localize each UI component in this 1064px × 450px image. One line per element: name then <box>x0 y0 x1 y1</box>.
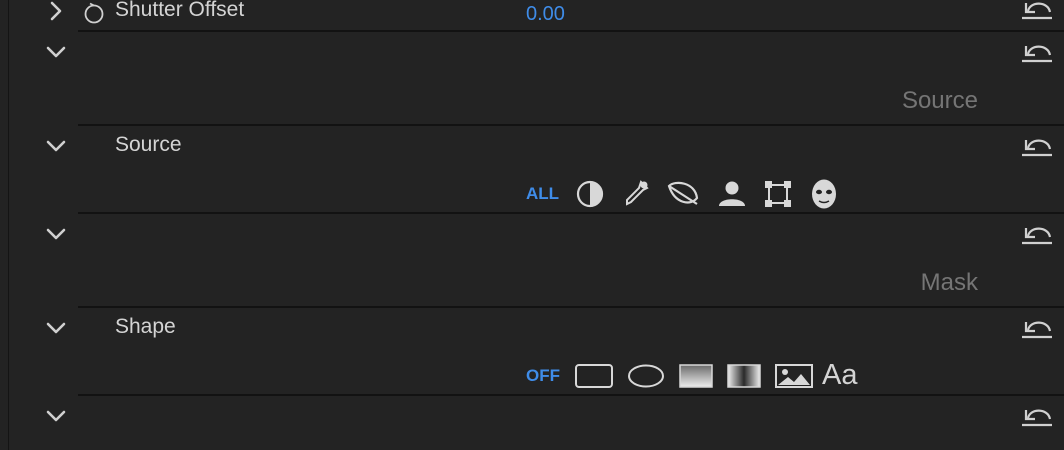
shutter-offset-label: Shutter Offset <box>115 0 245 21</box>
source-row: Source ALL <box>0 126 1064 212</box>
chevron-down-icon[interactable] <box>44 316 68 340</box>
chevron-down-icon[interactable] <box>44 222 68 246</box>
transform-icon[interactable] <box>761 178 795 210</box>
shutter-offset-value[interactable]: 0.00 <box>526 3 565 26</box>
source-label: Source <box>115 133 182 156</box>
text-mask-icon[interactable]: Aa <box>822 359 857 392</box>
shape-off-toggle[interactable]: OFF <box>526 366 560 386</box>
reset-icon[interactable] <box>1020 40 1054 64</box>
source-section-row: Source <box>0 32 1064 124</box>
source-section-title: Source <box>901 87 978 114</box>
image-mask-icon[interactable] <box>774 362 814 390</box>
reset-icon[interactable] <box>1020 404 1054 428</box>
leaf-icon[interactable] <box>665 178 703 210</box>
face-icon[interactable] <box>807 177 841 211</box>
stopwatch-icon[interactable] <box>82 1 106 25</box>
bottom-section-row <box>0 396 1064 450</box>
person-icon[interactable] <box>715 178 749 210</box>
shape-label: Shape <box>115 315 176 338</box>
reset-icon[interactable] <box>1020 222 1054 246</box>
reset-icon[interactable] <box>1020 0 1054 21</box>
reset-icon[interactable] <box>1020 316 1054 340</box>
shape-row: Shape OFF Aa <box>0 308 1064 394</box>
contrast-icon[interactable] <box>573 178 607 210</box>
chevron-right-icon[interactable] <box>44 0 68 24</box>
reset-icon[interactable] <box>1020 134 1054 158</box>
ellipse-mask-icon[interactable] <box>626 362 666 390</box>
shape-toolbar: OFF Aa <box>526 359 857 392</box>
source-all-toggle[interactable]: ALL <box>526 184 559 204</box>
mask-section-title: Mask <box>920 269 978 296</box>
chevron-down-icon[interactable] <box>44 134 68 158</box>
radial-gradient-icon[interactable] <box>726 362 762 390</box>
chevron-down-icon[interactable] <box>44 40 68 64</box>
shutter-offset-row: Shutter Offset 0.00 <box>0 0 1064 32</box>
chevron-down-icon[interactable] <box>44 404 68 428</box>
rectangle-mask-icon[interactable] <box>574 362 614 390</box>
eyedropper-icon[interactable] <box>619 178 653 210</box>
linear-gradient-icon[interactable] <box>678 362 714 390</box>
source-toolbar: ALL <box>526 177 853 211</box>
mask-section-row: Mask <box>0 214 1064 306</box>
